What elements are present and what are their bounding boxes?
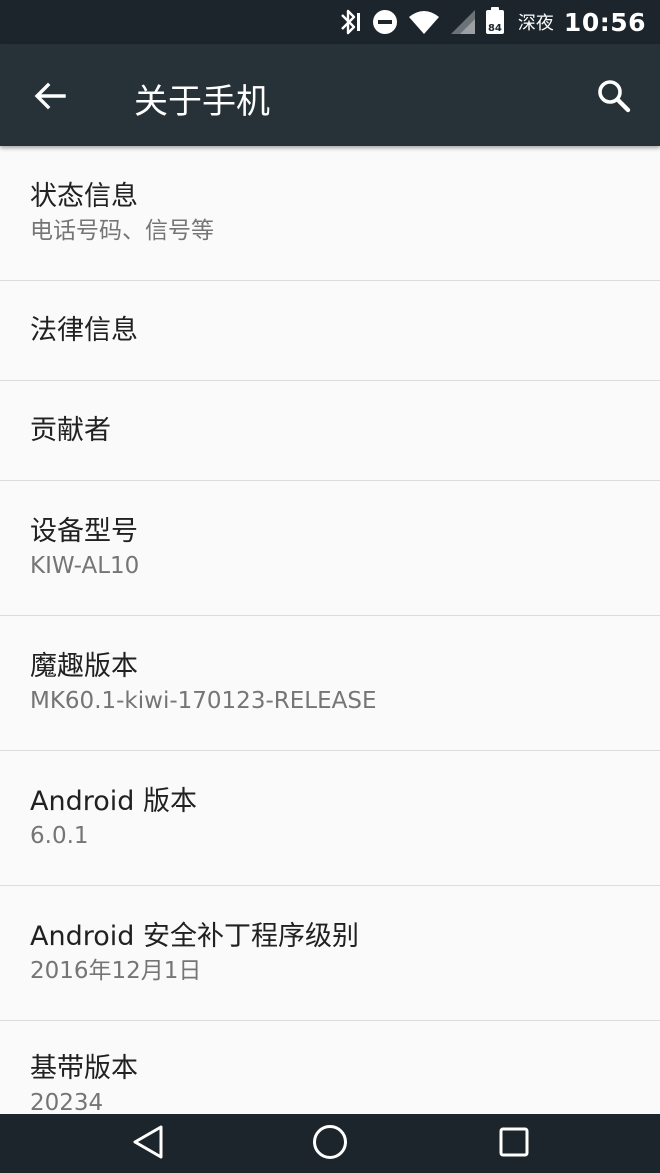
list-item-title: Android 版本 [30,786,197,817]
search-icon [594,80,634,120]
nav-back-button[interactable] [126,1124,170,1164]
list-item-legal-info[interactable]: 法律信息 [0,281,660,381]
navigation-bar [0,1114,660,1173]
list-item-baseband-version[interactable]: 基带版本 20234 [0,1021,660,1114]
list-item-title: 设备型号 [30,516,138,547]
list-item-title: Android 安全补丁程序级别 [30,921,359,952]
status-icons: 84 深夜 10:56 [336,0,646,44]
list-item-title: 基带版本 [30,1053,138,1084]
list-item-mokee-version[interactable]: 魔趣版本 MK60.1-kiwi-170123-RELEASE [0,616,660,751]
back-triangle-icon [131,1124,165,1164]
do-not-disturb-icon [372,9,398,35]
bluetooth-icon [336,7,362,37]
list-item-title: 状态信息 [30,181,138,212]
clock: 10:56 [563,7,646,37]
list-item-status-info[interactable]: 状态信息 电话号码、信号等 [0,146,660,281]
list-item-summary: 6.0.1 [30,823,89,849]
list-item-device-model[interactable]: 设备型号 KIW-AL10 [0,481,660,616]
nav-recents-button[interactable] [492,1124,536,1164]
list-item-title: 魔趣版本 [30,651,138,682]
cellular-signal-icon [450,9,476,35]
home-circle-icon [311,1123,349,1165]
settings-list: 状态信息 电话号码、信号等 法律信息 贡献者 设备型号 KIW-AL10 魔趣版… [0,146,660,1114]
arrow-back-icon [30,82,70,120]
status-bar: 84 深夜 10:56 [0,0,660,44]
page-title: 关于手机 [134,82,270,122]
battery-level: 84 [487,23,502,34]
battery-icon: 84 [485,7,504,34]
recents-square-icon [497,1125,531,1163]
nav-home-button[interactable] [308,1124,352,1164]
search-button[interactable] [594,76,634,116]
list-item-title: 法律信息 [30,314,138,346]
list-item-summary: 电话号码、信号等 [30,218,214,244]
list-item-summary: KIW-AL10 [30,553,140,579]
list-item-title: 贡献者 [30,414,111,446]
list-item-summary: 2016年12月1日 [30,958,202,984]
app-toolbar: 关于手机 [0,44,660,146]
night-label: 深夜 [517,13,554,34]
list-item-security-patch[interactable]: Android 安全补丁程序级别 2016年12月1日 [0,886,660,1021]
list-item-contributors[interactable]: 贡献者 [0,381,660,481]
list-item-android-version[interactable]: Android 版本 6.0.1 [0,751,660,886]
list-item-summary: 20234 [30,1090,104,1114]
wifi-icon [408,9,440,35]
back-button[interactable] [30,76,70,116]
list-item-summary: MK60.1-kiwi-170123-RELEASE [30,688,377,714]
